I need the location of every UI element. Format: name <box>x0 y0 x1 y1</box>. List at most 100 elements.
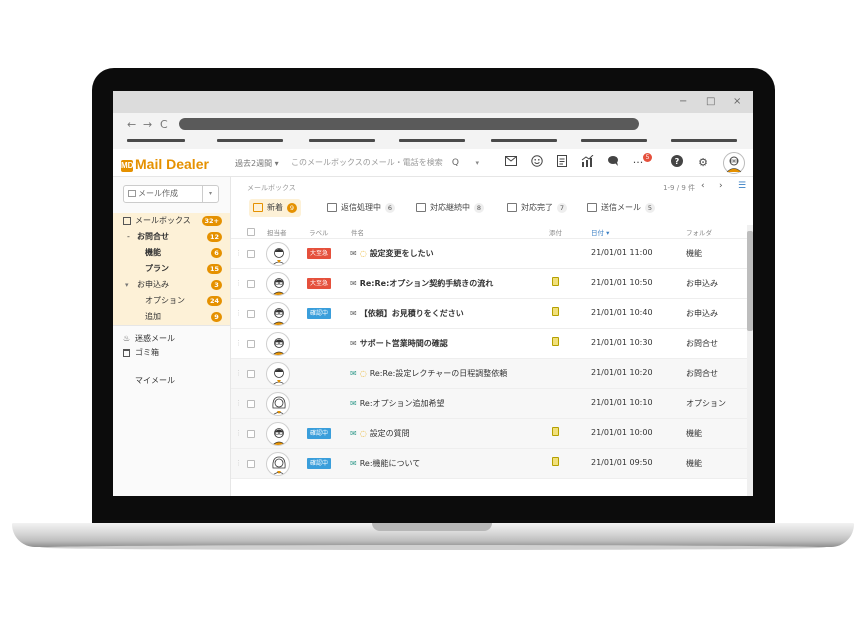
col-label[interactable]: ラベル <box>309 227 329 237</box>
user-avatar-icon[interactable] <box>723 152 745 174</box>
tab-completed[interactable]: 対応完了 7 <box>503 199 573 217</box>
row-checkbox[interactable] <box>247 340 255 348</box>
chat-icon[interactable] <box>605 155 621 171</box>
sidebar-item-addition[interactable]: 追加 9 <box>113 309 230 325</box>
bookmark-item[interactable] <box>399 139 465 142</box>
row-checkbox[interactable] <box>247 460 255 468</box>
sidebar-item-application[interactable]: ▾ お申込み 3 <box>113 277 230 293</box>
table-row[interactable]: ⋮ ✉ ◌ Re:Re:設定レクチャーの日程調整依頼 21/01/01 10:20 お問合… <box>231 359 747 389</box>
back-icon[interactable]: ← <box>127 118 136 131</box>
row-checkbox[interactable] <box>247 370 255 378</box>
compose-dropdown-icon[interactable]: ▾ <box>202 186 218 202</box>
collapse-icon[interactable]: - <box>127 229 130 245</box>
table-row[interactable]: ⋮ 大至急 ✉ ◌ 設定変更をしたい 21/01/01 11:00 機能 <box>231 239 747 269</box>
table-row[interactable]: ⋮ ✉ サポート営業時間の確認 21/01/01 10:30 お問合せ <box>231 329 747 359</box>
col-attachment[interactable]: 添付 <box>549 227 562 237</box>
subject-cell[interactable]: ✉ ◌ 設定変更をしたい <box>350 248 434 259</box>
row-checkbox[interactable] <box>247 430 255 438</box>
menu-icon[interactable]: ☰ <box>738 181 746 191</box>
col-date[interactable]: 日付 ▾ <box>591 227 609 237</box>
table-row[interactable]: ⋮ 大至急 ✉ Re:Re:オプション契約手続きの流れ 21/01/01 10:50 お申… <box>231 269 747 299</box>
drag-handle-icon[interactable]: ⋮ <box>235 279 242 287</box>
comment-icon: ◌ <box>359 369 367 378</box>
reload-icon[interactable]: C <box>160 118 168 131</box>
row-checkbox[interactable] <box>247 280 255 288</box>
search-dropdown-icon[interactable]: ▾ <box>475 155 479 171</box>
url-field[interactable] <box>179 118 639 130</box>
sidebar-item-option[interactable]: オプション 24 <box>113 293 230 309</box>
col-assignee[interactable]: 担当者 <box>267 227 287 237</box>
help-icon[interactable]: ? <box>669 155 685 171</box>
sidebar-item-inquiry[interactable]: - お問合せ 12 <box>113 229 230 245</box>
sidebar-item-mymail[interactable]: マイメール <box>113 373 230 389</box>
subject-cell[interactable]: ✉ 【依頼】お見積りをください <box>350 308 464 319</box>
bookmark-item[interactable] <box>217 139 283 142</box>
search-input[interactable]: このメールボックスのメール・電話を検索 Q ▾ <box>291 155 487 171</box>
subject-cell[interactable]: ✉ Re:機能について <box>350 458 420 469</box>
forward-icon[interactable]: → <box>143 118 152 131</box>
drag-handle-icon[interactable]: ⋮ <box>235 459 242 467</box>
tab-new[interactable]: 新着 9 <box>249 199 301 217</box>
compose-button[interactable]: メール作成 ▾ <box>123 185 219 203</box>
subject-cell[interactable]: ✉ ◌ 設定の質問 <box>350 428 410 439</box>
smiley-icon[interactable] <box>529 155 545 171</box>
document-icon[interactable] <box>554 155 570 171</box>
subject-cell[interactable]: ✉ サポート営業時間の確認 <box>350 338 448 349</box>
subject-cell[interactable]: ✉ ◌ Re:Re:設定レクチャーの日程調整依頼 <box>350 368 507 379</box>
app-logo[interactable]: MD Mail Dealer <box>121 156 209 172</box>
compose-label: メール作成 <box>138 189 178 198</box>
prev-page-button[interactable]: ‹ <box>701 181 705 191</box>
tab-ongoing[interactable]: 対応継続中 8 <box>412 199 494 217</box>
row-checkbox[interactable] <box>247 250 255 258</box>
sidebar-item-label: マイメール <box>135 376 175 385</box>
drag-handle-icon[interactable]: ⋮ <box>235 369 242 377</box>
bookmark-item[interactable] <box>127 139 185 142</box>
close-button[interactable]: × <box>733 96 741 107</box>
drag-handle-icon[interactable]: ⋮ <box>235 309 242 317</box>
expand-icon[interactable]: ▾ <box>125 277 129 293</box>
bookmark-item[interactable] <box>309 139 375 142</box>
subject-cell[interactable]: ✉ Re:オプション追加希望 <box>350 398 445 409</box>
envelope-open-icon: ✉ <box>350 429 357 438</box>
bookmark-item[interactable] <box>581 139 647 142</box>
subject-text: Re:Re:オプション契約手続きの流れ <box>359 279 494 288</box>
mail-icon[interactable] <box>503 155 519 171</box>
minimize-button[interactable]: − <box>679 96 687 107</box>
drag-handle-icon[interactable]: ⋮ <box>235 399 242 407</box>
col-folder[interactable]: フォルダ <box>686 227 712 237</box>
scrollbar[interactable] <box>747 225 753 496</box>
attachment-icon[interactable] <box>552 337 559 346</box>
search-icon[interactable]: Q <box>452 155 459 171</box>
tab-sent[interactable]: 送信メール 5 <box>583 199 663 217</box>
row-checkbox[interactable] <box>247 310 255 318</box>
drag-handle-icon[interactable]: ⋮ <box>235 249 242 257</box>
attachment-icon[interactable] <box>552 457 559 466</box>
subject-cell[interactable]: ✉ Re:Re:オプション契約手続きの流れ <box>350 278 493 289</box>
table-row[interactable]: ⋮ ✉ Re:オプション追加希望 21/01/01 10:10 オプション <box>231 389 747 419</box>
attachment-icon[interactable] <box>552 277 559 286</box>
select-all-checkbox[interactable] <box>247 228 255 236</box>
table-row[interactable]: ⋮ 確認中 ✉ ◌ 設定の質問 21/01/01 10:00 機能 <box>231 419 747 449</box>
scrollbar-thumb[interactable] <box>747 231 753 331</box>
row-checkbox[interactable] <box>247 400 255 408</box>
tab-replying[interactable]: 返信処理中 6 <box>323 199 403 217</box>
bookmark-item[interactable] <box>671 139 737 142</box>
next-page-button[interactable]: › <box>719 181 723 191</box>
sidebar-item-mailbox[interactable]: メールボックス 32+ <box>113 213 230 229</box>
assignee-avatar <box>266 452 290 476</box>
gear-icon[interactable]: ⚙ <box>695 155 711 171</box>
table-row[interactable]: ⋮ 確認中 ✉ 【依頼】お見積りをください 21/01/01 10:40 お申込み <box>231 299 747 329</box>
period-filter[interactable]: 過去2週間 ▾ <box>235 158 279 169</box>
attachment-icon[interactable] <box>552 307 559 316</box>
chart-icon[interactable] <box>579 154 595 171</box>
attachment-icon[interactable] <box>552 427 559 436</box>
sidebar-item-trash[interactable]: ゴミ箱 <box>113 345 230 361</box>
table-row[interactable]: ⋮ 確認中 ✉ Re:機能について 21/01/01 09:50 機能 <box>231 449 747 479</box>
col-subject[interactable]: 件名 <box>351 227 364 237</box>
drag-handle-icon[interactable]: ⋮ <box>235 339 242 347</box>
drag-handle-icon[interactable]: ⋮ <box>235 429 242 437</box>
bookmark-item[interactable] <box>491 139 557 142</box>
sidebar-item-plan[interactable]: プラン 15 <box>113 261 230 277</box>
sidebar-item-feature[interactable]: 機能 6 <box>113 245 230 261</box>
maximize-button[interactable]: □ <box>706 96 715 107</box>
